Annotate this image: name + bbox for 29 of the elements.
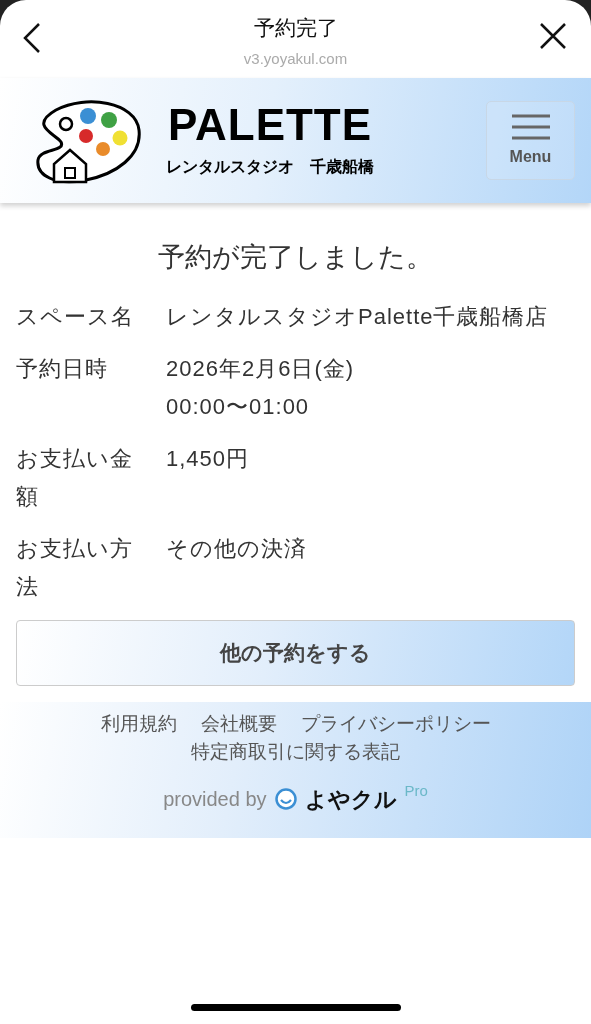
provided-by-text: provided by xyxy=(163,787,267,812)
brand-name: PALETTE xyxy=(166,102,374,147)
detail-value: その他の決済 xyxy=(166,534,308,563)
close-icon xyxy=(539,22,567,50)
close-button[interactable] xyxy=(539,22,567,50)
back-button[interactable] xyxy=(22,22,42,54)
detail-value: 1,450円 xyxy=(166,444,251,473)
detail-value: 2026年2月6日(金) 00:00〜01:00 xyxy=(166,354,356,421)
new-reservation-button[interactable]: 他の予約をする xyxy=(16,619,575,686)
footer-link[interactable]: 利用規約 xyxy=(100,709,177,738)
menu-icon xyxy=(510,112,551,141)
menu-button[interactable]: Menu xyxy=(486,101,575,180)
detail-value: レンタルスタジオPalette千歳船橋店 xyxy=(166,302,550,331)
provider-logo-text: よやクル xyxy=(304,785,397,814)
footer-link[interactable]: 特定商取引に関する表記 xyxy=(191,741,400,762)
footer-link[interactable]: 会社概要 xyxy=(200,709,277,738)
page-title: 予約完了 xyxy=(253,17,338,38)
brand-subtitle: レンタルスタジオ 千歳船橋 xyxy=(166,156,374,177)
back-icon xyxy=(22,22,42,54)
detail-label: スペース名 xyxy=(16,302,135,331)
provider-tier-text: Pro xyxy=(404,780,428,801)
detail-label: お支払い金額 xyxy=(16,444,134,511)
completion-heading: 予約が完了しました。 xyxy=(157,241,434,274)
footer-link[interactable]: プライバシーポリシー xyxy=(300,709,491,738)
detail-label: 予約日時 xyxy=(16,354,109,383)
detail-label: お支払い方法 xyxy=(16,534,134,601)
palette-logo-icon xyxy=(36,97,142,184)
smiley-icon xyxy=(274,788,297,810)
url-text: v3.yoyakul.com xyxy=(242,49,349,69)
